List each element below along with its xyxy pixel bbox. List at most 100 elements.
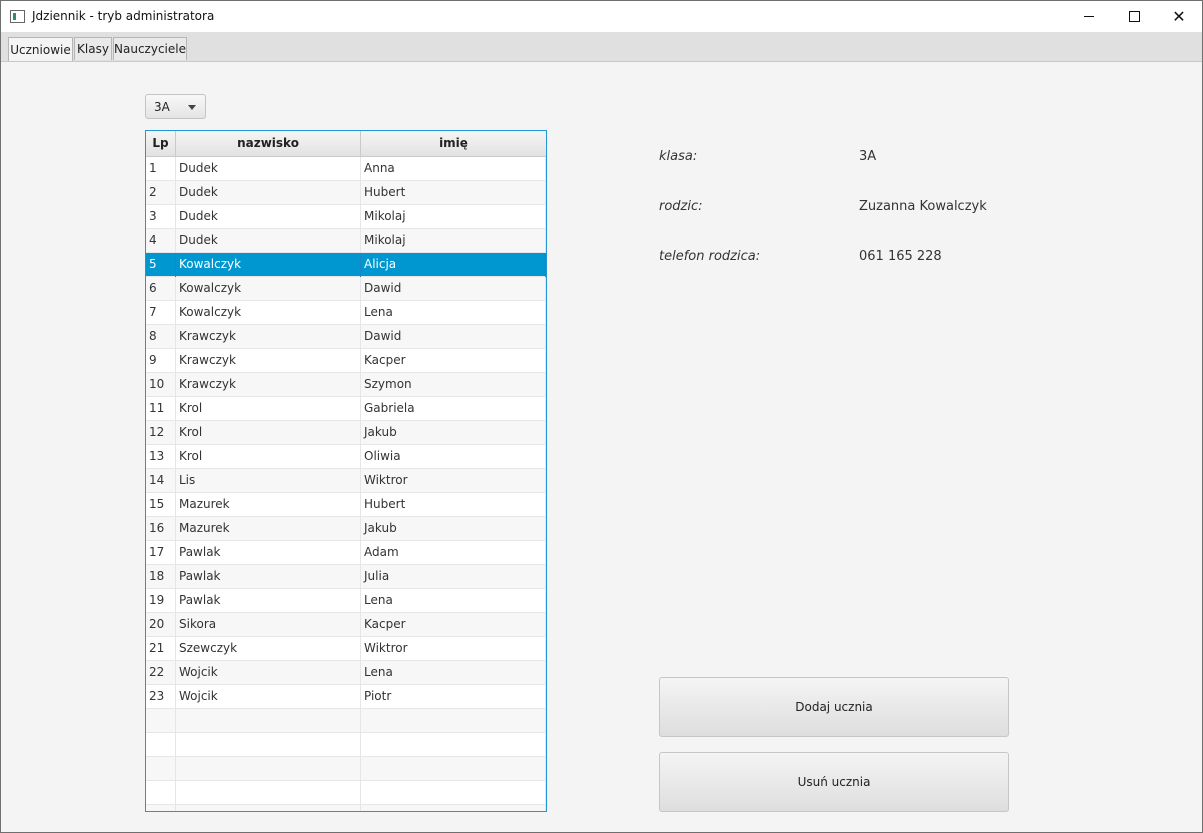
tab-uczniowie[interactable]: Uczniowie (8, 37, 73, 61)
minimize-icon (1084, 16, 1094, 17)
empty-table-row (146, 805, 546, 811)
cell-lp: 23 (146, 685, 176, 709)
column-header-lp[interactable]: Lp (146, 131, 176, 156)
cell-nazwisko (176, 781, 361, 805)
cell-imie (361, 781, 546, 805)
class-select-value: 3A (154, 100, 170, 114)
cell-nazwisko: Dudek (176, 181, 361, 205)
tab-klasy[interactable]: Klasy (74, 37, 112, 60)
cell-nazwisko: Pawlak (176, 565, 361, 589)
cell-imie (361, 805, 546, 811)
table-row[interactable]: 21 Szewczyk Wiktror (146, 637, 546, 661)
cell-nazwisko: Krawczyk (176, 373, 361, 397)
table-row[interactable]: 15 Mazurek Hubert (146, 493, 546, 517)
dropdown-arrow-icon (188, 105, 196, 110)
table-row[interactable]: 10 Krawczyk Szymon (146, 373, 546, 397)
table-row[interactable]: 6 Kowalczyk Dawid (146, 277, 546, 301)
class-label: klasa: (659, 149, 698, 164)
table-row[interactable]: 5 Kowalczyk Alicja (146, 253, 546, 277)
cell-nazwisko: Dudek (176, 229, 361, 253)
class-select[interactable]: 3A (145, 94, 206, 119)
table-row[interactable]: 12 Krol Jakub (146, 421, 546, 445)
table-body: 1 Dudek Anna 2 Dudek Hubert 3 Dudek Mikolaj 4 Dude… (146, 157, 546, 811)
cell-imie: Lena (361, 589, 546, 613)
cell-imie: Piotr (361, 685, 546, 709)
table-row[interactable]: 2 Dudek Hubert (146, 181, 546, 205)
cell-imie: Szymon (361, 373, 546, 397)
cell-nazwisko: Kowalczyk (176, 277, 361, 301)
empty-table-row (146, 757, 546, 781)
table-row[interactable]: 3 Dudek Mikolaj (146, 205, 546, 229)
title-bar[interactable]: Jdziennik - tryb administratora ✕ (1, 1, 1202, 32)
cell-imie: Lena (361, 301, 546, 325)
cell-lp: 22 (146, 661, 176, 685)
cell-lp: 15 (146, 493, 176, 517)
table-row[interactable]: 19 Pawlak Lena (146, 589, 546, 613)
cell-nazwisko: Dudek (176, 157, 361, 181)
cell-lp: 13 (146, 445, 176, 469)
cell-nazwisko: Krol (176, 397, 361, 421)
cell-imie (361, 733, 546, 757)
cell-imie: Dawid (361, 277, 546, 301)
cell-lp: 14 (146, 469, 176, 493)
app-icon (10, 10, 25, 23)
cell-imie: Gabriela (361, 397, 546, 421)
parent-phone-label: telefon rodzica: (659, 249, 761, 264)
cell-nazwisko: Pawlak (176, 541, 361, 565)
cell-lp: 16 (146, 517, 176, 541)
cell-imie: Julia (361, 565, 546, 589)
cell-nazwisko: Wojcik (176, 661, 361, 685)
cell-imie (361, 757, 546, 781)
cell-lp: 3 (146, 205, 176, 229)
cell-lp: 19 (146, 589, 176, 613)
cell-nazwisko: Mazurek (176, 517, 361, 541)
table-row[interactable]: 8 Krawczyk Dawid (146, 325, 546, 349)
minimize-button[interactable] (1066, 1, 1112, 32)
table-row[interactable]: 11 Krol Gabriela (146, 397, 546, 421)
close-button[interactable]: ✕ (1156, 1, 1202, 32)
cell-lp: 1 (146, 157, 176, 181)
cell-lp (146, 805, 176, 811)
table-row[interactable]: 14 Lis Wiktror (146, 469, 546, 493)
maximize-button[interactable] (1111, 1, 1157, 32)
table-row[interactable]: 18 Pawlak Julia (146, 565, 546, 589)
window-title: Jdziennik - tryb administratora (32, 9, 215, 23)
column-header-nazwisko[interactable]: nazwisko (176, 131, 361, 156)
students-table[interactable]: Lp nazwisko imię 1 Dudek Anna 2 Dudek Hubert 3… (145, 130, 547, 812)
cell-imie: Mikolaj (361, 205, 546, 229)
remove-student-button[interactable]: Usuń ucznia (659, 752, 1009, 812)
cell-imie: Hubert (361, 181, 546, 205)
empty-table-row (146, 781, 546, 805)
cell-lp (146, 757, 176, 781)
empty-table-row (146, 733, 546, 757)
cell-lp (146, 709, 176, 733)
table-row[interactable]: 22 Wojcik Lena (146, 661, 546, 685)
cell-nazwisko (176, 757, 361, 781)
cell-nazwisko: Pawlak (176, 589, 361, 613)
add-student-button[interactable]: Dodaj ucznia (659, 677, 1009, 737)
table-row[interactable]: 1 Dudek Anna (146, 157, 546, 181)
table-row[interactable]: 9 Krawczyk Kacper (146, 349, 546, 373)
cell-imie: Wiktror (361, 469, 546, 493)
cell-nazwisko: Dudek (176, 205, 361, 229)
table-row[interactable]: 4 Dudek Mikolaj (146, 229, 546, 253)
cell-lp (146, 781, 176, 805)
app-window: Jdziennik - tryb administratora ✕ Ucznio… (0, 0, 1203, 833)
cell-imie: Dawid (361, 325, 546, 349)
cell-nazwisko: Lis (176, 469, 361, 493)
column-header-imie[interactable]: imię (361, 131, 546, 156)
cell-nazwisko: Wojcik (176, 685, 361, 709)
parent-phone-value: 061 165 228 (859, 249, 942, 264)
table-row[interactable]: 16 Mazurek Jakub (146, 517, 546, 541)
cell-nazwisko: Sikora (176, 613, 361, 637)
table-row[interactable]: 7 Kowalczyk Lena (146, 301, 546, 325)
table-row[interactable]: 20 Sikora Kacper (146, 613, 546, 637)
table-row[interactable]: 13 Krol Oliwia (146, 445, 546, 469)
cell-lp: 4 (146, 229, 176, 253)
cell-lp: 8 (146, 325, 176, 349)
parent-label: rodzic: (659, 199, 703, 214)
table-row[interactable]: 23 Wojcik Piotr (146, 685, 546, 709)
table-row[interactable]: 17 Pawlak Adam (146, 541, 546, 565)
tab-nauczyciele[interactable]: Nauczyciele (113, 37, 187, 60)
cell-imie: Hubert (361, 493, 546, 517)
